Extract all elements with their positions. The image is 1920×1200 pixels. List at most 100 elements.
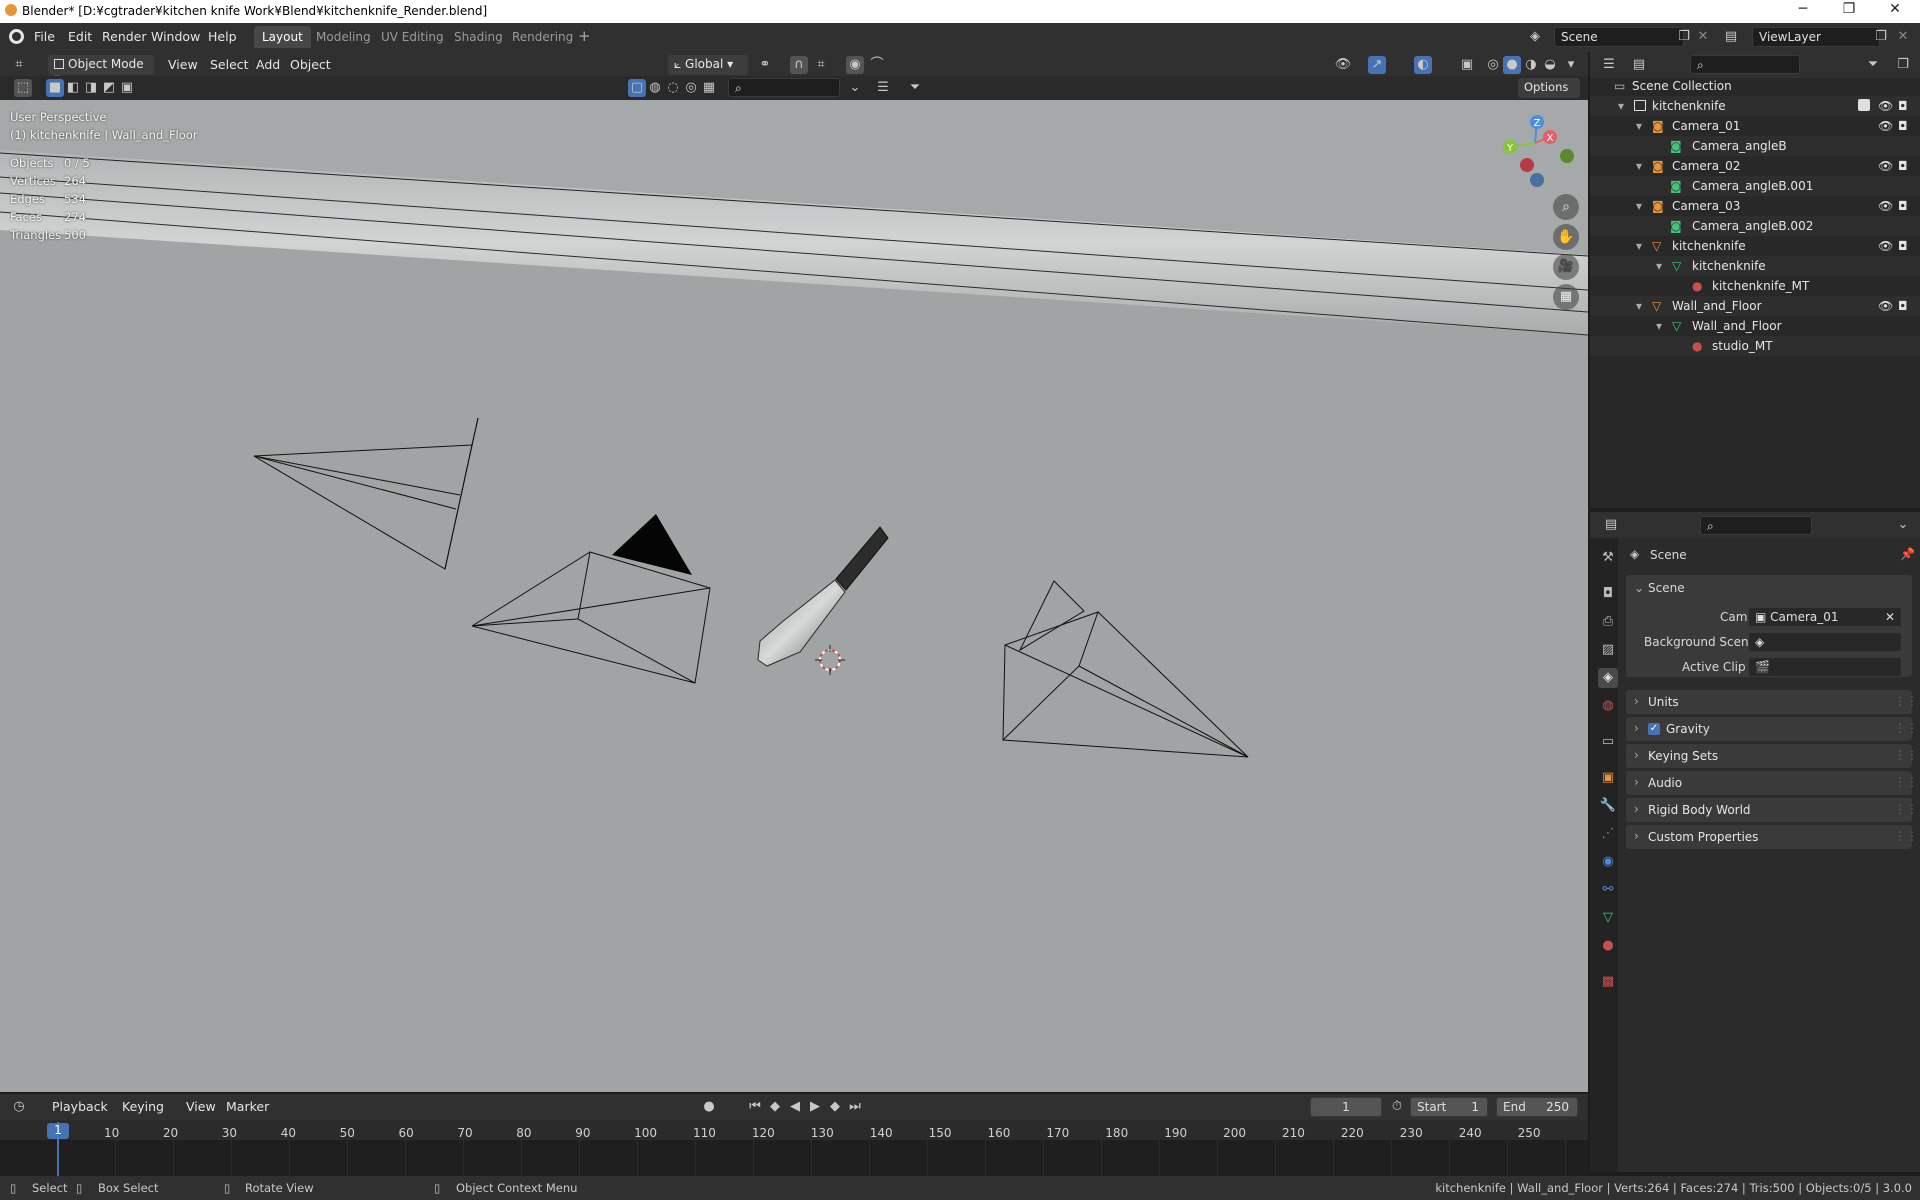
3d-viewport[interactable]: Z X Y User Perspective (1) kitchenknife …	[0, 100, 1588, 1092]
delete-view-layer-icon[interactable]: ✕	[1894, 28, 1912, 46]
timeline-menu-marker[interactable]: Marker	[226, 1099, 269, 1114]
scene-section-title[interactable]: Scene	[1648, 581, 1685, 595]
eye-icon[interactable]: 👁	[1878, 99, 1893, 113]
select-invert-icon[interactable]: ◩	[100, 79, 118, 97]
particles-tab-icon[interactable]: ⋰	[1598, 824, 1618, 844]
stopwatch-icon[interactable]: ⏱	[1388, 1098, 1406, 1116]
select-intersect-icon[interactable]: ▣	[118, 79, 136, 97]
outliner-item-mesh-object[interactable]: ▾ ▽ Wall_and_Floor 👁 ◘	[1590, 296, 1920, 316]
data-tab-icon[interactable]: ▽	[1598, 908, 1618, 928]
shading-options-icon[interactable]: ▾	[1562, 56, 1580, 74]
select-extend-icon[interactable]: ◧	[64, 79, 82, 97]
eye-icon[interactable]: 👁	[1878, 159, 1893, 173]
outliner-item-camera[interactable]: ▾ ◙ Camera_02 👁 ◘	[1590, 156, 1920, 176]
render-camera-icon[interactable]: ◘	[1898, 99, 1908, 113]
list-view-icon[interactable]: ☰	[874, 79, 892, 97]
scene-icon[interactable]: ◈	[1526, 28, 1544, 46]
proportional-edit-icon[interactable]: ◉	[846, 56, 864, 74]
filter-light-icon[interactable]: ◌	[664, 79, 682, 97]
outliner-filter-icon[interactable]: ⏷	[1864, 56, 1882, 74]
render-camera-icon[interactable]: ◘	[1898, 299, 1908, 313]
blender-menu-icon[interactable]	[9, 29, 24, 44]
eye-icon[interactable]: 👁	[1878, 199, 1893, 213]
filter-mesh-icon[interactable]: ▢	[628, 79, 646, 97]
section-expand-icon[interactable]: ⌄	[1634, 581, 1644, 595]
filter-icon[interactable]: ⏷	[906, 79, 924, 97]
panel-custom-properties[interactable]: › Custom Properties ⋮⋮	[1626, 825, 1918, 849]
snap-toggle-icon[interactable]: ∩	[790, 56, 808, 74]
timeline-menu-view[interactable]: View	[186, 1099, 216, 1114]
solid-shading-icon[interactable]: ●	[1503, 56, 1521, 74]
filter-material-icon[interactable]: ◍	[646, 79, 664, 97]
clear-camera-icon[interactable]: ✕	[1885, 610, 1895, 624]
tool-tab-icon[interactable]: ⚒	[1598, 548, 1618, 568]
outliner-item-mesh-data[interactable]: ▾ ▽ Wall_and_Floor	[1590, 316, 1920, 336]
menu-render[interactable]: Render	[102, 29, 147, 44]
eye-icon[interactable]: 👁	[1878, 119, 1893, 133]
prev-keyframe-icon[interactable]: ◆	[766, 1098, 784, 1116]
outliner-item-camera-data[interactable]: ◙ Camera_angleB	[1590, 136, 1920, 156]
tab-layout[interactable]: Layout	[254, 26, 311, 48]
texture-tab-icon[interactable]: ▩	[1598, 972, 1618, 992]
maximize-button[interactable]: ❐	[1826, 1, 1872, 23]
select-new-icon[interactable]: ■	[46, 79, 64, 97]
end-frame-field[interactable]: End 250	[1496, 1097, 1578, 1117]
visibility-icon[interactable]: 👁	[1334, 56, 1352, 74]
minimize-button[interactable]: ─	[1780, 1, 1826, 23]
jump-start-icon[interactable]: ⏮	[746, 1098, 764, 1116]
delete-scene-icon[interactable]: ✕	[1694, 28, 1712, 46]
render-camera-icon[interactable]: ◘	[1898, 159, 1908, 173]
editor-type-icon[interactable]: ⌗	[10, 56, 28, 74]
new-view-layer-icon[interactable]: ❐	[1872, 28, 1890, 46]
camera-field[interactable]: ▣ Camera_01 ✕	[1748, 607, 1902, 627]
filter-texture-icon[interactable]: ▦	[700, 79, 718, 97]
select-subtract-icon[interactable]: ◨	[82, 79, 100, 97]
material-tab-icon[interactable]: ●	[1598, 936, 1618, 956]
wireframe-shading-icon[interactable]: ◎	[1484, 56, 1502, 74]
play-reverse-icon[interactable]: ◀	[786, 1098, 804, 1116]
world-tab-icon[interactable]: ◍	[1598, 696, 1618, 716]
drag-handle-icon[interactable]: ⋮⋮	[1894, 721, 1918, 735]
outliner-item-camera[interactable]: ▾ ◙ Camera_01 👁 ◘	[1590, 116, 1920, 136]
auto-keying-icon[interactable]: ●	[700, 1098, 718, 1116]
start-frame-field[interactable]: Start 1	[1410, 1097, 1488, 1117]
new-scene-icon[interactable]: ❐	[1675, 28, 1693, 46]
drag-handle-icon[interactable]: ⋮⋮	[1894, 694, 1918, 708]
view-layer-field[interactable]: ViewLayer	[1752, 27, 1880, 47]
tab-shading[interactable]: Shading	[446, 26, 511, 48]
view-layer-icon[interactable]: ▤	[1722, 28, 1740, 46]
constraints-tab-icon[interactable]: ⚯	[1598, 880, 1618, 900]
viewport-menu-add[interactable]: Add	[256, 57, 280, 72]
gravity-checkbox[interactable]: ✓	[1648, 723, 1660, 735]
render-camera-icon[interactable]: ◘	[1898, 239, 1908, 253]
panel-keying-sets[interactable]: › Keying Sets ⋮⋮	[1626, 744, 1918, 768]
play-icon[interactable]: ▶	[806, 1098, 824, 1116]
panel-rigid-body-world[interactable]: › Rigid Body World ⋮⋮	[1626, 798, 1918, 822]
tab-uv-editing[interactable]: UV Editing	[373, 26, 452, 48]
eye-icon[interactable]: 👁	[1878, 239, 1893, 253]
outliner-item-mesh-data[interactable]: ▾ ▽ kitchenknife	[1590, 256, 1920, 276]
outliner-item-collection[interactable]: ▾ kitchenknife 👁 ◘	[1590, 96, 1920, 116]
outliner-item-material[interactable]: ● studio_MT	[1590, 336, 1920, 356]
transform-orientation-selector[interactable]: ⟀ Global ▾	[668, 55, 748, 75]
menu-edit[interactable]: Edit	[68, 29, 92, 44]
outliner-editor-type-icon[interactable]: ☰	[1600, 56, 1618, 74]
ortho-grid-icon[interactable]: ▦	[1553, 284, 1579, 310]
outliner-item-mesh-object[interactable]: ▾ ▽ kitchenknife 👁 ◘	[1590, 236, 1920, 256]
outliner-item-camera[interactable]: ▾ ◙ Camera_03 👁 ◘	[1590, 196, 1920, 216]
menu-file[interactable]: File	[34, 29, 55, 44]
outliner-search-input[interactable]: ⌕	[1690, 55, 1800, 74]
viewport-menu-select[interactable]: Select	[210, 57, 249, 72]
panel-gravity[interactable]: › ✓ Gravity ⋮⋮	[1626, 717, 1918, 741]
scene-name-field[interactable]: Scene	[1554, 27, 1684, 47]
object-tab-icon[interactable]: ▣	[1598, 768, 1618, 788]
checkbox-icon[interactable]	[1858, 99, 1870, 111]
panel-audio[interactable]: › Audio ⋮⋮	[1626, 771, 1918, 795]
pin-dropdown-icon[interactable]: ⌄	[846, 79, 864, 97]
pivot-point-icon[interactable]: ⚭	[756, 56, 774, 74]
render-tab-icon[interactable]: ◘	[1598, 584, 1618, 604]
outliner-item-camera-data[interactable]: ◙ Camera_angleB.002	[1590, 216, 1920, 236]
background-scene-field[interactable]: ◈	[1748, 632, 1902, 652]
close-window-button[interactable]: ✕	[1872, 1, 1918, 23]
view-layer-tab-icon[interactable]: ▨	[1598, 640, 1618, 660]
